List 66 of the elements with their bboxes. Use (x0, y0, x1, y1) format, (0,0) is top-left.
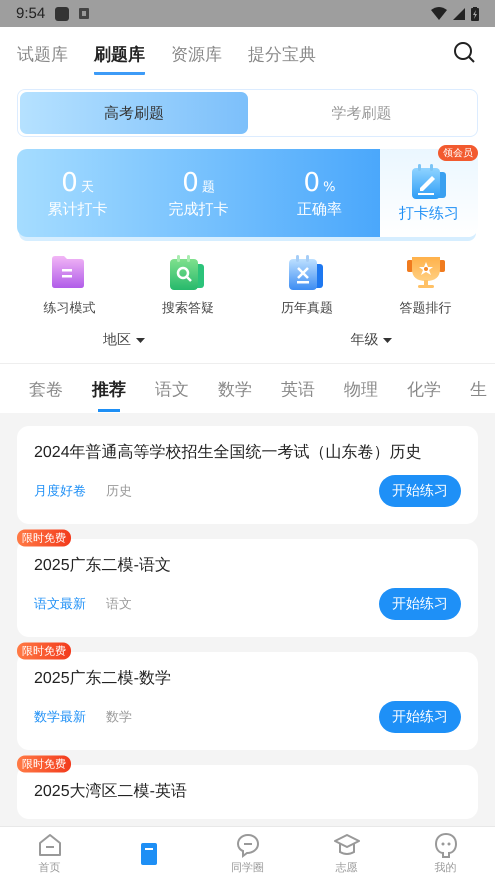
feature-button[interactable]: 答题排行 (366, 255, 485, 317)
stat-unit: 题 (202, 178, 215, 196)
nav-item[interactable]: 首页 (0, 827, 99, 880)
feature-button[interactable]: 历年真题 (248, 255, 366, 317)
subject-tab[interactable]: 英语 (266, 378, 329, 415)
filter-dropdown[interactable]: 地区 (102, 331, 145, 349)
subject-tab[interactable]: 物理 (329, 378, 392, 415)
filter-dropdown[interactable]: 年级 (350, 331, 392, 349)
calendar-cross-icon (288, 255, 326, 291)
subject-tab[interactable]: 套卷 (12, 378, 77, 415)
stat-value: 0 (61, 168, 78, 198)
subject-tab[interactable]: 数学 (203, 378, 266, 415)
tab[interactable]: 试题库 (17, 43, 68, 75)
paper-title: 2025广东二模-语文 (34, 556, 172, 576)
graduation-cap-icon (334, 832, 360, 858)
stat-value: 0 (304, 168, 320, 198)
badge: 限时免费 (17, 530, 71, 546)
segment-tab[interactable]: 学考刷题 (248, 92, 475, 134)
badge: 领会员 (438, 145, 478, 161)
stat-label: 累计打卡 (48, 200, 108, 218)
wifi-icon (431, 7, 447, 20)
subject-tab[interactable]: 化学 (392, 378, 455, 415)
stat-label: 完成打卡 (168, 200, 228, 218)
paper-title: 2025大湾区二模-英语 (34, 782, 188, 802)
calendar-pencil-icon (410, 164, 448, 200)
battery-icon (471, 6, 479, 20)
status-time: 9:54 (16, 5, 46, 22)
paper-subject: 历史 (106, 483, 132, 500)
trophy-icon (406, 255, 445, 291)
paper-subject: 数学 (106, 709, 132, 726)
feature-button[interactable]: 练习模式 (10, 255, 129, 317)
signal-icon (453, 8, 465, 20)
paper-tag: 语文最新 (34, 595, 86, 613)
start-button[interactable]: 开始练习 (379, 588, 461, 620)
face-icon (432, 832, 458, 858)
badge: 限时免费 (17, 756, 71, 772)
paper-tag: 月度好卷 (34, 482, 86, 500)
nav-item[interactable]: 我的 (396, 827, 495, 880)
tab[interactable]: 资源库 (171, 43, 222, 75)
feature-button[interactable]: 搜索答疑 (128, 255, 248, 317)
stat-label: 正确率 (297, 200, 342, 218)
nav-item[interactable]: 同学圈 (198, 827, 297, 880)
paper-subject: 语文 (106, 596, 132, 613)
subject-tab[interactable]: 语文 (140, 378, 203, 415)
start-button[interactable]: 开始练习 (379, 475, 461, 507)
nav-item[interactable]: 志愿 (297, 827, 396, 880)
notification-icon (55, 6, 70, 20)
checkin-link[interactable]: 打卡练习 (399, 204, 459, 222)
tab[interactable]: 刷题库 (94, 43, 145, 75)
badge: 限时免费 (17, 642, 71, 660)
chat-bubble-icon (234, 832, 260, 858)
stat-value: 0 (182, 168, 199, 198)
paper-card[interactable]: 2024年普通高等学校招生全国统一考试（山东卷）历史 月度好卷 历史 开始练习 (17, 426, 478, 524)
paper-title: 2025广东二模-数学 (34, 668, 172, 689)
subject-tab[interactable]: 生 (455, 378, 487, 415)
paper-title: 2024年普通高等学校招生全国统一考试（山东卷）历史 (34, 442, 423, 463)
stat-unit: % (323, 180, 336, 194)
search-icon (453, 41, 475, 63)
paper-tag: 数学最新 (34, 708, 86, 726)
caret-icon (136, 338, 145, 342)
segment-tab[interactable]: 高考刷题 (20, 92, 248, 134)
tab[interactable]: 提分宝典 (248, 43, 316, 75)
stat-unit: 天 (80, 178, 94, 196)
caret-icon (383, 338, 392, 342)
home-icon (36, 832, 62, 858)
start-button[interactable]: 开始练习 (379, 701, 461, 733)
